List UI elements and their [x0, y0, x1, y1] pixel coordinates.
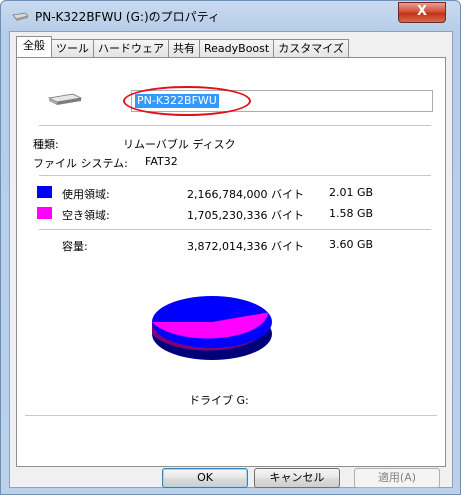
type-label: 種類: [33, 138, 59, 151]
removable-drive-icon [12, 12, 29, 21]
separator [39, 175, 431, 176]
apply-button[interactable]: 適用(A) [354, 468, 440, 488]
tab-hardware[interactable]: ハードウェア [93, 39, 169, 57]
properties-window: PN-K322BFWU (G:)のプロパティ X 全般 ツール ハードウェア 共… [0, 0, 461, 495]
separator [25, 415, 437, 416]
disk-usage-pie [152, 296, 272, 360]
free-color-swatch [37, 207, 52, 219]
cancel-button[interactable]: キャンセル [254, 468, 340, 488]
tab-general[interactable]: 全般 [16, 36, 52, 57]
tab-sharing[interactable]: 共有 [168, 39, 200, 57]
free-bytes: 1,705,230,336 バイト [187, 209, 304, 222]
used-gb: 2.01 GB [329, 186, 374, 199]
separator [39, 229, 431, 230]
dialog-body: 全般 ツール ハードウェア 共有 ReadyBoost カスタマイズ PN-K3… [9, 31, 453, 488]
capacity-label: 容量: [62, 240, 88, 253]
general-panel: PN-K322BFWU 種類: リムーバブル ディスク ファイル システム: F… [16, 57, 446, 467]
title-bar[interactable]: PN-K322BFWU (G:)のプロパティ X [1, 1, 460, 31]
tab-customize[interactable]: カスタマイズ [273, 39, 349, 57]
filesystem-value: FAT32 [145, 155, 178, 168]
type-value: リムーバブル ディスク [123, 138, 236, 151]
removable-drive-icon [47, 93, 83, 105]
tab-strip: 全般 ツール ハードウェア 共有 ReadyBoost カスタマイズ [16, 36, 349, 58]
close-button[interactable]: X [398, 2, 446, 23]
ok-button[interactable]: OK [162, 468, 248, 488]
capacity-bytes: 3,872,014,336 バイト [187, 240, 304, 253]
window-title: PN-K322BFWU (G:)のプロパティ [35, 10, 220, 24]
free-gb: 1.58 GB [329, 207, 374, 220]
used-label: 使用領域: [62, 188, 110, 201]
separator [39, 125, 431, 126]
tab-tools[interactable]: ツール [51, 39, 94, 57]
used-bytes: 2,166,784,000 バイト [187, 188, 304, 201]
tab-readyboost[interactable]: ReadyBoost [199, 39, 275, 57]
free-label: 空き領域: [62, 209, 110, 222]
filesystem-label: ファイル システム: [33, 157, 128, 170]
button-row: OK キャンセル 適用(A) [10, 468, 452, 488]
used-color-swatch [37, 186, 52, 198]
capacity-gb: 3.60 GB [329, 238, 374, 251]
drive-caption: ドライブ G: [189, 394, 249, 407]
red-highlight-ellipse [123, 86, 251, 116]
